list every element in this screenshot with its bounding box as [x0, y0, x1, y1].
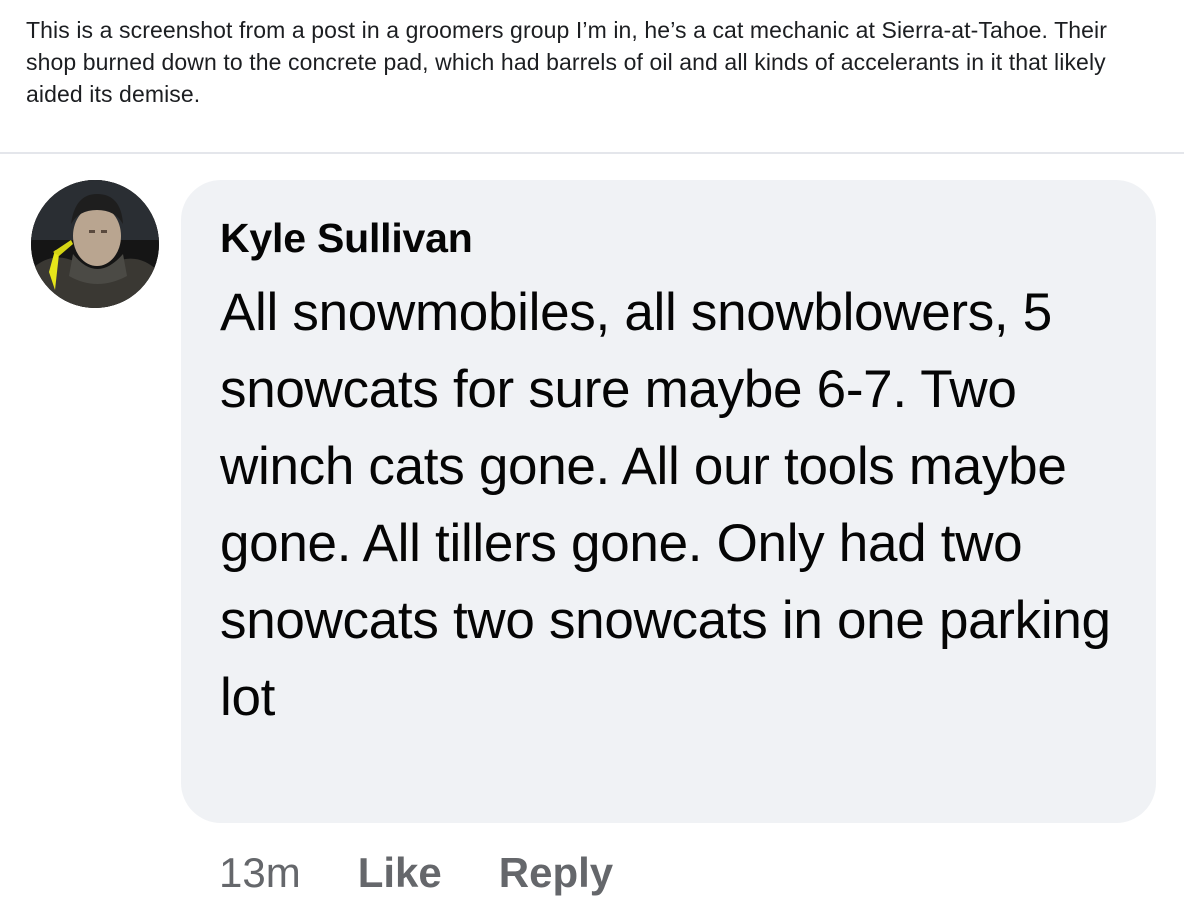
like-button[interactable]: Like [358, 849, 442, 897]
divider [0, 152, 1184, 154]
comment-text: All snowmobiles, all snowblowers, 5 snow… [220, 283, 1111, 727]
comment-author[interactable]: Kyle Sullivan [220, 214, 473, 262]
avatar-photo [31, 180, 159, 308]
comment-timestamp[interactable]: 13m [219, 849, 301, 897]
avatar[interactable] [31, 180, 159, 308]
post-caption: This is a screenshot from a post in a gr… [26, 17, 1108, 107]
reply-button[interactable]: Reply [499, 849, 613, 897]
comment-actions: 13m Like Reply [219, 845, 613, 901]
comment-bubble: Kyle Sullivan All snowmobiles, all snowb… [181, 180, 1156, 823]
